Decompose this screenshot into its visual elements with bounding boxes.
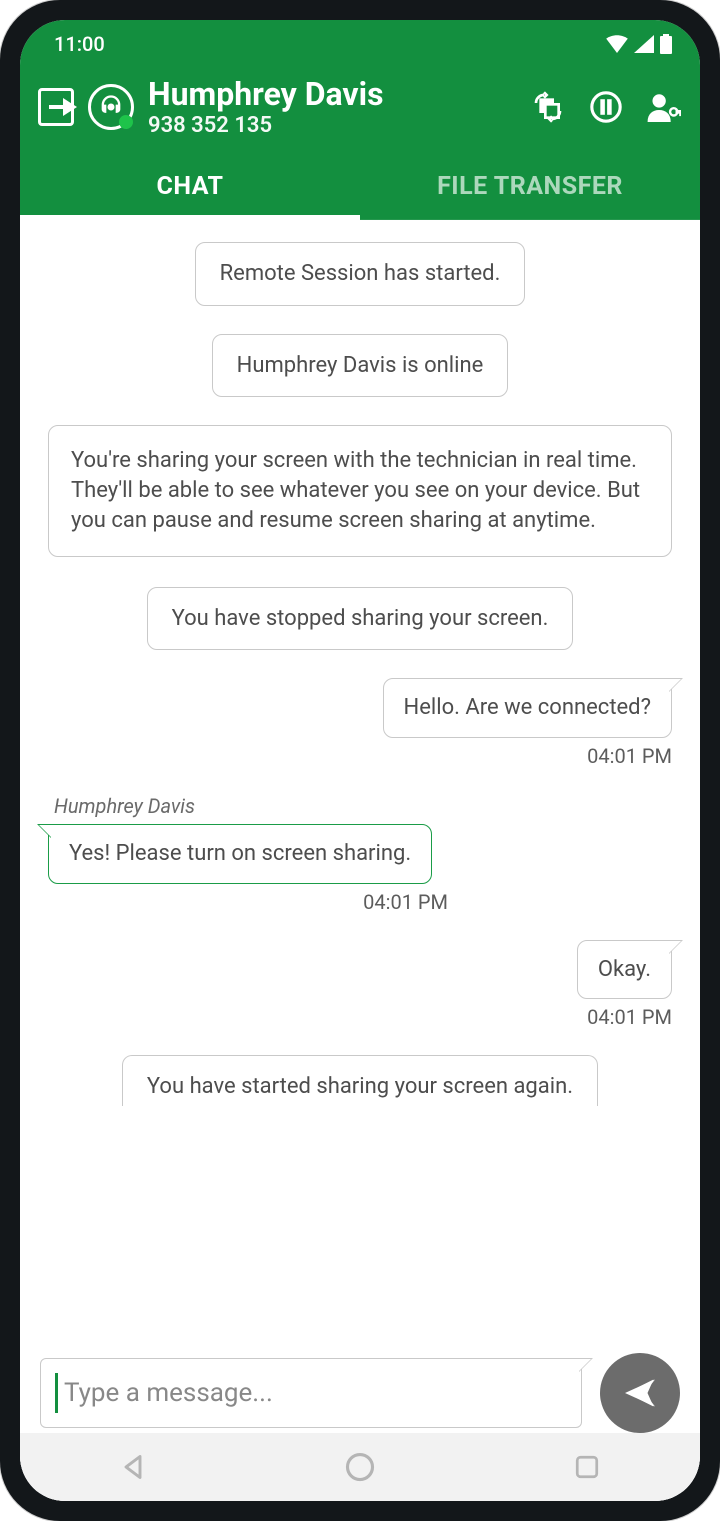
system-message: Humphrey Davis is online: [212, 334, 509, 398]
signal-icon: [634, 35, 654, 53]
status-bar: 11:00: [20, 20, 700, 68]
pause-icon: [589, 90, 623, 124]
outgoing-message: Hello. Are we connected?: [383, 678, 672, 738]
nav-home[interactable]: [343, 1450, 377, 1484]
screen: 11:00 Humphrey Davis 938 352 135: [20, 20, 700, 1501]
battery-icon: [660, 34, 672, 54]
pause-button[interactable]: [588, 89, 624, 125]
input-bar: Type a message...: [20, 1353, 700, 1433]
user-key-button[interactable]: [646, 89, 682, 125]
send-icon: [622, 1375, 658, 1411]
message-time: 04:01 PM: [587, 744, 672, 768]
header-actions: [530, 89, 682, 125]
system-message: Remote Session has started.: [195, 242, 526, 306]
triangle-back-icon: [119, 1453, 147, 1481]
user-key-icon: [647, 92, 681, 122]
incoming-message-block: Humphrey Davis Yes! Please turn on scree…: [48, 794, 672, 914]
outgoing-message-row: Hello. Are we connected? 04:01 PM: [48, 678, 672, 768]
online-dot-icon: [119, 115, 133, 129]
exit-button[interactable]: [38, 89, 74, 125]
incoming-message: Yes! Please turn on screen sharing.: [48, 824, 432, 884]
input-placeholder: Type a message...: [64, 1378, 273, 1408]
system-message: You have stopped sharing your screen.: [147, 587, 574, 651]
system-info: You're sharing your screen with the tech…: [48, 425, 672, 556]
wifi-icon: [606, 35, 628, 53]
circle-home-icon: [345, 1452, 375, 1482]
tabs: CHAT FILE TRANSFER: [20, 152, 700, 220]
message-time: 04:01 PM: [587, 1005, 672, 1029]
message-input[interactable]: Type a message...: [40, 1358, 582, 1428]
partial-system-row: You have started sharing your screen aga…: [48, 1055, 672, 1106]
status-icons: [606, 34, 672, 54]
sender-name: Humphrey Davis: [54, 794, 672, 818]
send-button[interactable]: [600, 1353, 680, 1433]
swap-icon: [532, 91, 564, 123]
avatar[interactable]: [88, 84, 134, 130]
app-header: 11:00 Humphrey Davis 938 352 135: [20, 20, 700, 220]
nav-recent[interactable]: [570, 1450, 604, 1484]
title-row: Humphrey Davis 938 352 135: [20, 68, 700, 152]
exit-icon: [38, 88, 74, 126]
status-time: 11:00: [54, 32, 105, 56]
contact-name: Humphrey Davis: [148, 76, 516, 113]
title-block: Humphrey Davis 938 352 135: [148, 76, 516, 138]
tab-file-transfer[interactable]: FILE TRANSFER: [360, 152, 700, 219]
square-recent-icon: [574, 1454, 600, 1480]
tab-chat[interactable]: CHAT: [20, 152, 360, 219]
android-navbar: [20, 1433, 700, 1501]
text-caret-icon: [55, 1373, 58, 1413]
swap-button[interactable]: [530, 89, 566, 125]
nav-back[interactable]: [116, 1450, 150, 1484]
chat-area[interactable]: Remote Session has started. Humphrey Dav…: [20, 220, 700, 1501]
session-id: 938 352 135: [148, 113, 516, 138]
message-time: 04:01 PM: [48, 890, 448, 914]
system-message: You have started sharing your screen aga…: [122, 1055, 598, 1106]
outgoing-message-row: Okay. 04:01 PM: [48, 940, 672, 1030]
device-frame: 11:00 Humphrey Davis 938 352 135: [0, 0, 720, 1521]
outgoing-message: Okay.: [577, 940, 672, 1000]
